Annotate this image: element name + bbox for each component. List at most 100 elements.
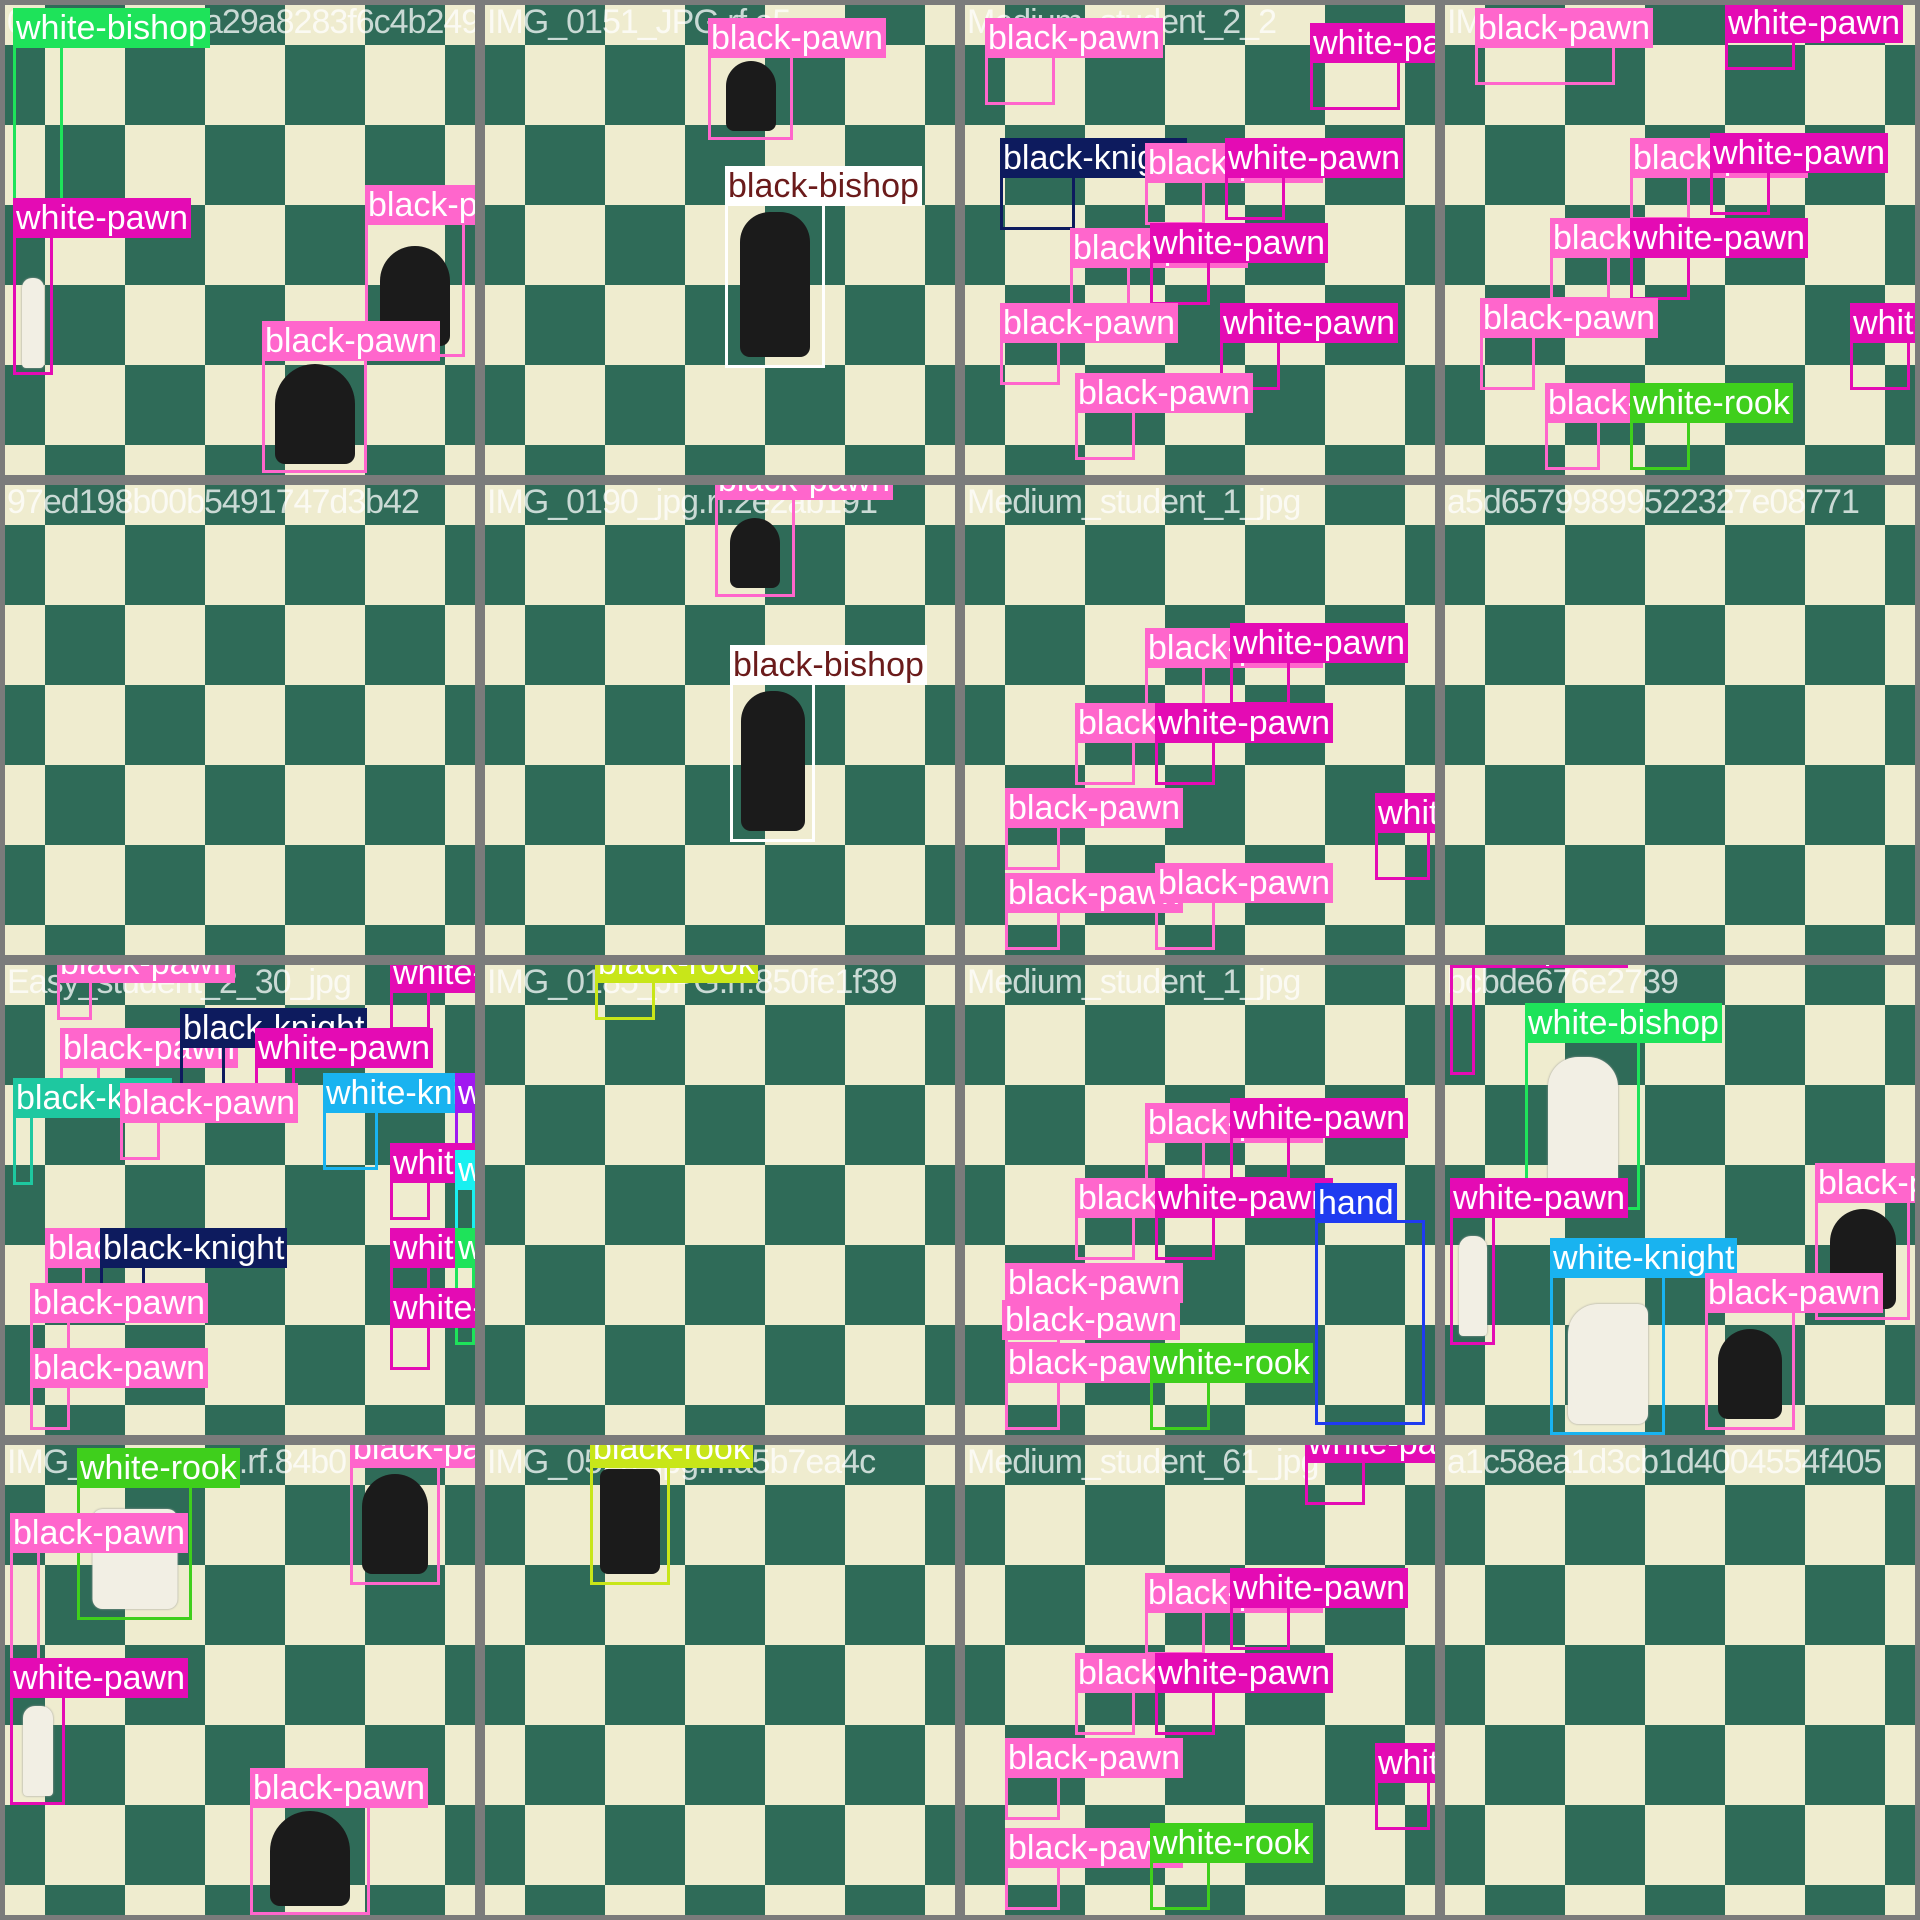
detection-box: black-pawn (1475, 8, 1653, 85)
detection-box: white-pawn (390, 965, 475, 1030)
detection-box: black-pawn (1155, 863, 1333, 950)
detection-label: black-pawn (1815, 1163, 1915, 1203)
black-rook-piece (600, 1469, 660, 1574)
detection-mosaic: 05ad7223827a29a8283f6c4b2490051b_jpg whi… (0, 0, 1920, 1920)
detection-box: black-knight (1000, 138, 1188, 230)
detection-label: white-king (455, 1073, 475, 1113)
detection-box: white-pawn (1375, 1743, 1435, 1830)
detection-box: black-pawn (1005, 788, 1183, 870)
detection-box: white-rook (1150, 1823, 1313, 1910)
detection-label: white-pawn (1230, 1568, 1408, 1608)
detection-label: black-pawn (30, 1283, 208, 1323)
detection-box: black-pawn (1075, 703, 1253, 785)
detection-label: white-pawn (1230, 623, 1408, 663)
detection-box: black-pawn (57, 965, 235, 1020)
detection-label: white-pawn (390, 1288, 475, 1328)
detection-label: black-pawn (1005, 1263, 1183, 1303)
detection-box: black-pawn (1075, 373, 1253, 460)
chessboard (485, 965, 955, 1435)
detection-label: black-bishop (730, 645, 927, 685)
detection-label: white-pawn (390, 965, 475, 993)
black-bishop-piece (740, 212, 810, 357)
tile-filename: 97ed198b00b5491747d3b42 (7, 485, 420, 521)
detection-label: white-knight (1550, 1238, 1738, 1278)
detection-label: white-rook (1630, 383, 1793, 423)
detection-box: black-pawn (120, 1083, 298, 1160)
tile: IMG_0151_JPG.rf.e5 black-pawn black-bish… (485, 5, 955, 475)
detection-box: white-pawn (1725, 5, 1903, 70)
detection-label: black-bishop (725, 166, 922, 206)
detection-label: black-pawn (985, 18, 1163, 58)
detection-box: white-pawn (1230, 1098, 1408, 1180)
detection-label: white-bishop (13, 8, 210, 48)
detection-label: white-pawn (1150, 223, 1328, 263)
detection-box: black-pawn (1705, 1273, 1883, 1430)
tile: bcbde676e2739 white-pawn white-bishop wh… (1445, 965, 1915, 1435)
detection-box: white-pawn (1225, 138, 1403, 220)
detection-box: black-pawn (1000, 303, 1178, 385)
detection-label: white-pawn (1310, 23, 1435, 63)
detection-box: white-pawn (1450, 965, 1628, 1075)
detection-box: black-pawn (1075, 1178, 1253, 1260)
tile-filename: a1c58ea1d3cb1d4004554f405 (1447, 1445, 1882, 1481)
detection-box: black-pawn (1630, 138, 1808, 220)
white-knight-piece (1567, 1304, 1648, 1424)
detection-box: black-king (13, 1078, 173, 1185)
detection-box: white-knight (1550, 1238, 1738, 1435)
detection-box: black-pawn (350, 1445, 475, 1585)
white-bishop-piece (1547, 1057, 1618, 1197)
chessboard (1445, 1445, 1915, 1915)
detection-box: white-pawn (13, 198, 191, 375)
detection-box: white-pawn (1710, 133, 1888, 215)
tile: Easy_student_2_30_jpg black-pawn white-p… (5, 965, 475, 1435)
detection-label: white-pawn (1155, 703, 1333, 743)
detection-box: white-pawn (1450, 1178, 1628, 1345)
detection-box: black-pawn (1145, 143, 1323, 225)
detection-box: black-pawn (1005, 1738, 1183, 1820)
tile: a1c58ea1d3cb1d4004554f405 (1445, 1445, 1915, 1915)
detection-label: white-bishop (1525, 1003, 1722, 1043)
tile: IMG_ black-pawn white-pawn black-pawn wh… (1445, 5, 1915, 475)
detection-box: white-pawn (1230, 623, 1408, 705)
detection-label: black-pawn (120, 1083, 298, 1123)
detection-label: black-pawn (1005, 1738, 1183, 1778)
detection-box: black-pawn (715, 485, 893, 597)
tile: Medium_student_61_jpg white-pawn black-p… (965, 1445, 1435, 1915)
tile: IMG_0185_JPG.rf.850fe1f39 black-rook (485, 965, 955, 1435)
detection-label: black-pawn (250, 1768, 428, 1808)
detection-box: white-rook (1630, 383, 1793, 470)
detection-box: black-bishop (730, 645, 927, 842)
detection-label: white-knight (323, 1073, 475, 1113)
detection-label: white-pawn (255, 1028, 433, 1068)
detection-label: black-pawn (365, 185, 475, 225)
detection-box: white-pawn (1155, 1178, 1333, 1260)
detection-label: white-pawn (13, 198, 191, 238)
detection-label: white-rook (1150, 1823, 1313, 1863)
detection-box: white-pawn (390, 1143, 475, 1220)
detection-box: black-pawn (708, 18, 886, 140)
black-pawn-piece (274, 364, 355, 464)
black-pawn-piece (725, 61, 776, 131)
detection-label: white-pawn (1155, 1653, 1333, 1693)
detection-label: black-pawn (350, 1445, 475, 1468)
detection-box: black-pawn (250, 1768, 428, 1915)
detection-label: white-pawn (10, 1658, 188, 1698)
detection-label: black-pawn (1000, 303, 1178, 343)
detection-label: white-pawn (1305, 1445, 1435, 1463)
detection-box: black-pawn (1075, 1653, 1253, 1735)
detection-label: white-pawn (1225, 138, 1403, 178)
tile: 05ad7223827a29a8283f6c4b2490051b_jpg whi… (5, 5, 475, 475)
detection-label: white-queen (455, 1150, 475, 1190)
detection-label: black-pawn (708, 18, 886, 58)
detection-label: black-pawn (1480, 298, 1658, 338)
detection-label: black-pawn (262, 321, 440, 361)
tile: Medium_student_2_2 black-pawn white-pawn… (965, 5, 1435, 475)
detection-box: black-pawn (1002, 1300, 1180, 1381)
detection-label: white-rook (1150, 1343, 1313, 1383)
detection-box: black-pawn (1005, 1343, 1183, 1430)
tile-filename: bcbde676e2739 (1447, 965, 1679, 1001)
detection-label: black-pawn (30, 1348, 208, 1388)
white-pawn-piece (22, 278, 44, 368)
detection-box: hand (1315, 1183, 1425, 1425)
detection-label: white-pawn (1850, 303, 1915, 343)
